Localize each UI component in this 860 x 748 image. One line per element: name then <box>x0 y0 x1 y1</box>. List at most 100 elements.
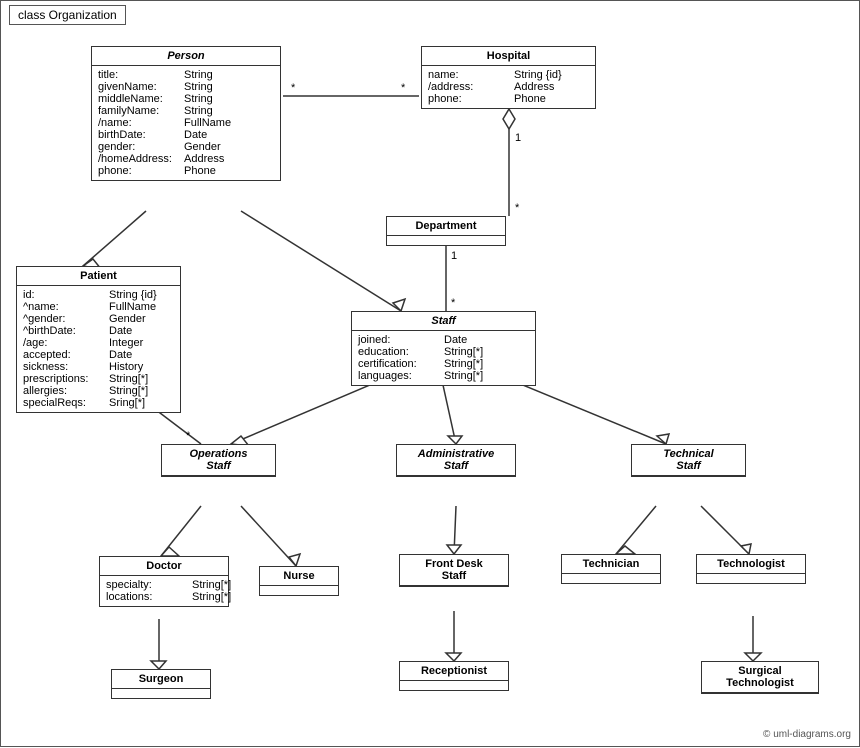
attr-name: id: <box>23 289 103 301</box>
attr-type: Sring[*] <box>109 397 145 409</box>
attr-row: certification:String[*] <box>358 358 529 370</box>
attr-row: givenName: String <box>98 81 274 93</box>
svg-text:*: * <box>451 297 456 309</box>
uml-box-nurse: Nurse <box>259 566 339 596</box>
uml-box-technician: Technician <box>561 554 661 584</box>
box-title-hospital: Hospital <box>422 47 595 66</box>
attr-name: /name: <box>98 117 178 129</box>
attr-row: specialReqs: Sring[*] <box>23 397 174 409</box>
attr-row: /homeAddress: Address <box>98 153 274 165</box>
uml-box-technologist: Technologist <box>696 554 806 584</box>
box-body-person: title:StringgivenName:StringmiddleName:S… <box>92 66 280 180</box>
attr-type: String[*] <box>444 346 483 358</box>
uml-box-staff: Staffjoined:Dateeducation:String[*]certi… <box>351 311 536 386</box>
attr-row: prescriptions: String[*] <box>23 373 174 385</box>
attr-type: Date <box>109 349 132 361</box>
attr-type: Integer <box>109 337 143 349</box>
box-title-admin_staff: AdministrativeStaff <box>397 445 515 476</box>
uml-box-department: Department <box>386 216 506 246</box>
diagram-container: class Organization * * 1 * 1 * * * <box>0 0 860 747</box>
attr-name: /homeAddress: <box>98 153 178 165</box>
attr-row: joined: Date <box>358 334 529 346</box>
attr-row: specialty:String[*] <box>106 579 222 591</box>
attr-type: Phone <box>514 93 546 105</box>
attr-name: title: <box>98 69 178 81</box>
attr-name: ^birthDate: <box>23 325 103 337</box>
uml-box-surgeon: Surgeon <box>111 669 211 699</box>
attr-row: title: String <box>98 69 274 81</box>
attr-type: String {id} <box>109 289 157 301</box>
svg-text:*: * <box>291 82 296 94</box>
attr-type: Gender <box>184 141 221 153</box>
uml-box-admin_staff: AdministrativeStaff <box>396 444 516 477</box>
box-title-technician: Technician <box>562 555 660 574</box>
box-title-operations_staff: OperationsStaff <box>162 445 275 476</box>
attr-type: FullName <box>184 117 231 129</box>
copyright: © uml-diagrams.org <box>763 729 851 740</box>
attr-type: String <box>184 69 213 81</box>
uml-box-surgical_technologist: SurgicalTechnologist <box>701 661 819 694</box>
attr-type: String[*] <box>109 373 148 385</box>
attr-row: ^name:FullName <box>23 301 174 313</box>
box-title-staff: Staff <box>352 312 535 331</box>
diagram-title: class Organization <box>9 5 126 25</box>
box-body-doctor: specialty:String[*]locations:String[*] <box>100 576 228 606</box>
attr-row: /name: FullName <box>98 117 274 129</box>
attr-row: sickness:History <box>23 361 174 373</box>
box-title-patient: Patient <box>17 267 180 286</box>
attr-name: givenName: <box>98 81 178 93</box>
attr-name: phone: <box>98 165 178 177</box>
box-title-technical_staff: TechnicalStaff <box>632 445 745 476</box>
attr-type: String[*] <box>444 370 483 382</box>
uml-box-patient: Patient id: String {id}^name:FullName^gend… <box>16 266 181 413</box>
attr-type: String <box>184 81 213 93</box>
box-body-staff: joined:Dateeducation:String[*]certificat… <box>352 331 535 385</box>
attr-name: specialReqs: <box>23 397 103 409</box>
box-title-technologist: Technologist <box>697 555 805 574</box>
svg-text:*: * <box>515 202 520 214</box>
box-title-doctor: Doctor <box>100 557 228 576</box>
attr-name: familyName: <box>98 105 178 117</box>
attr-name: education: <box>358 346 438 358</box>
attr-name: joined: <box>358 334 438 346</box>
box-title-person: Person <box>92 47 280 66</box>
uml-box-receptionist: Receptionist <box>399 661 509 691</box>
attr-row: /age: Integer <box>23 337 174 349</box>
svg-text:1: 1 <box>451 250 457 262</box>
attr-type: Date <box>444 334 467 346</box>
attr-row: birthDate:Date <box>98 129 274 141</box>
attr-type: Gender <box>109 313 146 325</box>
attr-row: languages: String[*] <box>358 370 529 382</box>
attr-type: Address <box>514 81 554 93</box>
attr-name: languages: <box>358 370 438 382</box>
attr-name: locations: <box>106 591 186 603</box>
attr-name: specialty: <box>106 579 186 591</box>
attr-name: certification: <box>358 358 438 370</box>
attr-row: ^gender:Gender <box>23 313 174 325</box>
attr-name: phone: <box>428 93 508 105</box>
attr-row: ^birthDate:Date <box>23 325 174 337</box>
attr-name: /age: <box>23 337 103 349</box>
attr-row: /address: Address <box>428 81 589 93</box>
attr-row: gender: Gender <box>98 141 274 153</box>
attr-name: birthDate: <box>98 129 178 141</box>
box-title-front_desk: Front DeskStaff <box>400 555 508 586</box>
uml-box-technical_staff: TechnicalStaff <box>631 444 746 477</box>
attr-type: String[*] <box>109 385 148 397</box>
attr-row: education: String[*] <box>358 346 529 358</box>
uml-box-doctor: Doctorspecialty:String[*]locations:Strin… <box>99 556 229 607</box>
attr-name: /address: <box>428 81 508 93</box>
attr-name: prescriptions: <box>23 373 103 385</box>
attr-name: name: <box>428 69 508 81</box>
svg-text:*: * <box>186 430 191 442</box>
attr-name: accepted: <box>23 349 103 361</box>
attr-type: History <box>109 361 143 373</box>
attr-row: middleName:String <box>98 93 274 105</box>
attr-type: Address <box>184 153 224 165</box>
attr-type: Phone <box>184 165 216 177</box>
attr-type: String[*] <box>192 591 231 603</box>
attr-name: gender: <box>98 141 178 153</box>
attr-name: middleName: <box>98 93 178 105</box>
attr-type: FullName <box>109 301 156 313</box>
attr-type: String[*] <box>192 579 231 591</box>
